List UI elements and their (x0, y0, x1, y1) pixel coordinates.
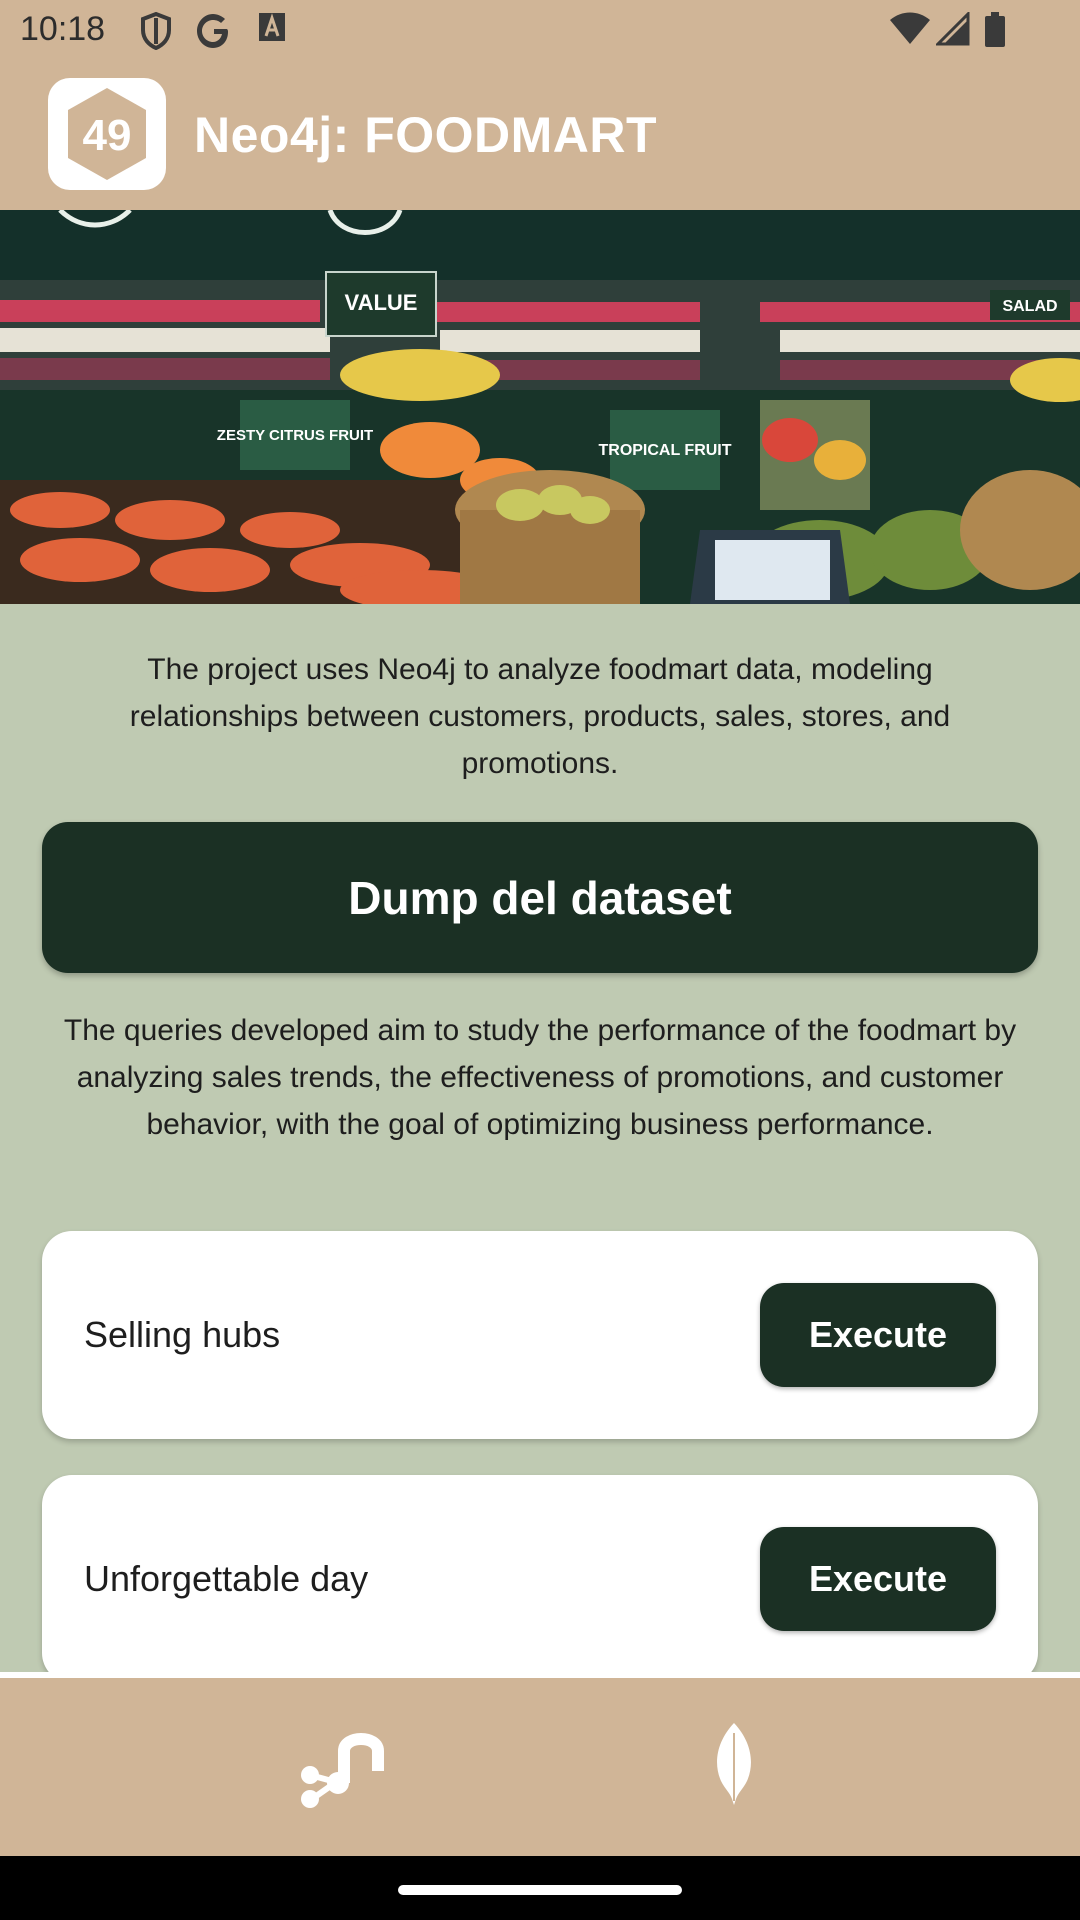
app-logo: 49 (48, 78, 166, 190)
query-intro-text: The queries developed aim to study the p… (63, 1014, 1017, 1141)
execute-button[interactable]: Execute (760, 1527, 996, 1631)
query-card-unforgettable-day: Unforgettable day Execute (42, 1475, 1038, 1683)
app-title: Neo4j: FOODMART (194, 107, 658, 163)
execute-button[interactable]: Execute (760, 1283, 996, 1387)
query-label: Selling hubs (84, 1314, 281, 1355)
query-card-selling-hubs: Selling hubs Execute (42, 1231, 1038, 1439)
hero-sign-salad: SALAD (1002, 298, 1057, 315)
battery-icon (984, 12, 1006, 53)
status-bar: 10:18 (0, 0, 1080, 64)
nav-item-mongodb[interactable] (674, 1716, 794, 1816)
google-g-icon (196, 12, 232, 55)
bottom-nav (0, 1678, 1080, 1856)
status-time: 10:18 (20, 10, 106, 48)
mongodb-leaf-icon (709, 1719, 759, 1814)
hero-sign-zesty: ZESTY CITRUS FRUIT (217, 427, 373, 444)
home-gesture-bar[interactable] (398, 1885, 682, 1895)
signal-icon (934, 10, 970, 51)
nav-item-neo4j[interactable] (282, 1716, 402, 1816)
query-label: Unforgettable day (84, 1558, 369, 1599)
system-nav-bar (0, 1856, 1080, 1920)
app-bar: 49 Neo4j: FOODMART (0, 64, 1080, 210)
shield-icon (140, 11, 172, 55)
logo-text: 49 (83, 111, 132, 160)
hero-image: VALUE SALAD ZESTY CITRUS FRUIT TROPICAL … (0, 210, 1080, 604)
neo4j-graph-icon (292, 1719, 392, 1814)
hero-sign-value: VALUE (345, 290, 418, 315)
text-a-icon (258, 12, 286, 47)
wifi-icon (890, 12, 930, 51)
dump-dataset-button[interactable]: Dump del dataset (42, 822, 1038, 973)
intro-text: The project uses Neo4j to analyze foodma… (129, 653, 951, 780)
hero-sign-tropical: TROPICAL FRUIT (598, 442, 731, 459)
